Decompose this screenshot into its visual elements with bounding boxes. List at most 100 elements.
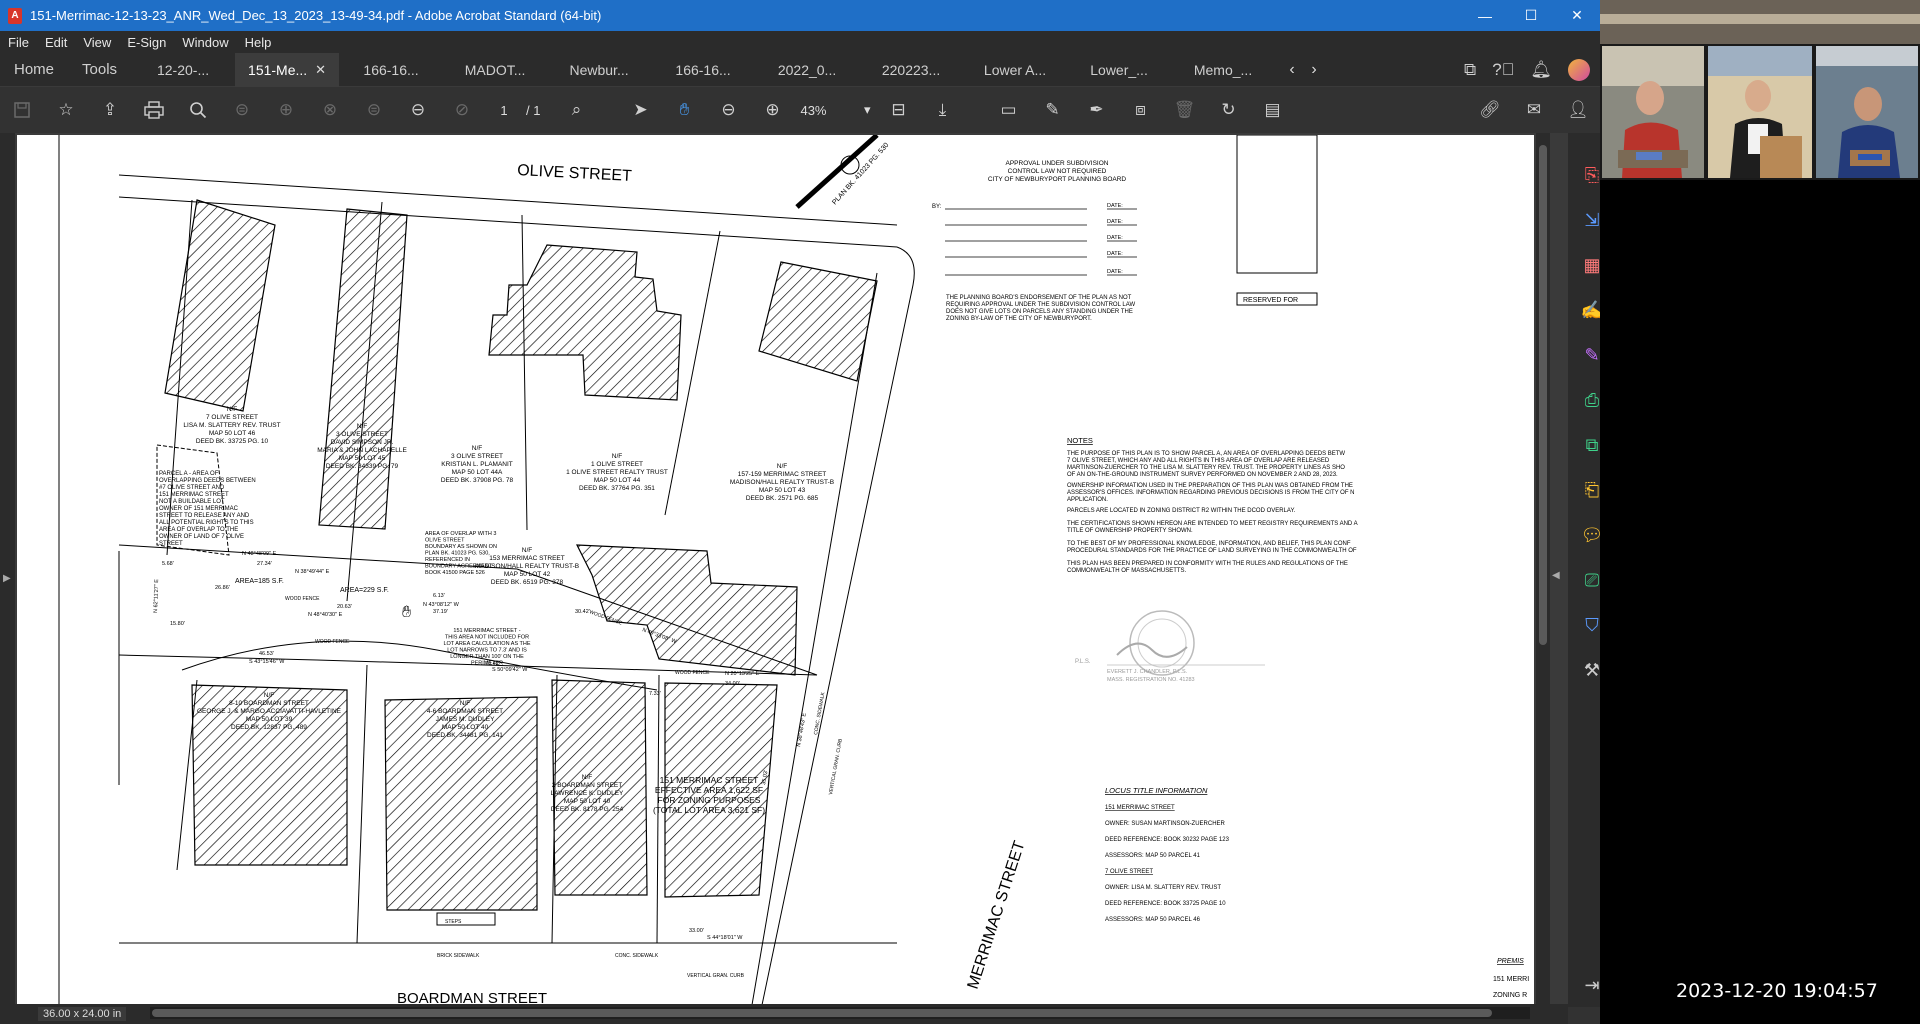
scroll-thumb[interactable] bbox=[1539, 145, 1547, 645]
stamp-icon[interactable]: ⧈ bbox=[1118, 88, 1162, 132]
svg-text:CONC. SIDEWALK: CONC. SIDEWALK bbox=[813, 691, 827, 735]
page-fit-icon[interactable]: ⊟ bbox=[876, 88, 920, 132]
pdf-page[interactable]: OLIVE STREET MERRIMAC STREET BOARDMAN ST… bbox=[17, 135, 1534, 1005]
zoom-in-icon[interactable]: ⊕ bbox=[750, 88, 794, 132]
select-arrow-icon[interactable]: ➤ bbox=[618, 88, 662, 132]
lot-label: N/F 1 OLIVE STREET 1 OLIVE STREET REALTY T… bbox=[566, 453, 668, 492]
menu-file[interactable]: File bbox=[8, 35, 29, 50]
star-icon[interactable]: ☆ bbox=[44, 88, 88, 132]
comment-panel-icon[interactable]: 💬︎ bbox=[1580, 523, 1600, 547]
scan-icon[interactable]: ⎚ bbox=[1580, 568, 1600, 592]
highlight-pen-icon[interactable]: ✎ bbox=[1030, 88, 1074, 132]
last-page-icon[interactable]: ⊜ bbox=[352, 88, 396, 132]
menu-help[interactable]: Help bbox=[245, 35, 272, 50]
more-tools-icon[interactable]: ⚒ bbox=[1580, 658, 1600, 682]
create-pdf-icon[interactable]: ⎘ bbox=[1580, 163, 1600, 187]
edit-pdf-icon[interactable]: ⎙ bbox=[1580, 388, 1600, 412]
svg-text:WOOD FENCE: WOOD FENCE bbox=[675, 670, 710, 676]
registry-box bbox=[1236, 135, 1318, 274]
print-icon[interactable] bbox=[132, 88, 176, 132]
organize-pages-icon[interactable]: ▦ bbox=[1580, 253, 1600, 277]
avatar[interactable] bbox=[1568, 59, 1590, 81]
tab-document[interactable]: Memo_... bbox=[1171, 53, 1275, 87]
tab-document[interactable]: 12-20-... bbox=[131, 53, 235, 87]
tab-label: 2022_0... bbox=[777, 61, 837, 78]
tab-document[interactable]: 2022_0... bbox=[755, 53, 859, 87]
next-page-icon[interactable]: ⊗ bbox=[308, 88, 352, 132]
scroll-thumb[interactable] bbox=[152, 1009, 1492, 1017]
menu-window[interactable]: Window bbox=[182, 35, 228, 50]
delete-icon[interactable]: 🗑︎ bbox=[1162, 88, 1206, 132]
vertical-scrollbar[interactable] bbox=[1536, 133, 1550, 1007]
svg-text:N 48°48'09" E: N 48°48'09" E bbox=[242, 551, 277, 557]
building-7-olive bbox=[164, 199, 276, 412]
menu-edit[interactable]: Edit bbox=[45, 35, 67, 50]
tab-tools[interactable]: Tools bbox=[68, 53, 131, 87]
request-signature-icon[interactable]: ✍ bbox=[1580, 298, 1600, 322]
compare-icon[interactable]: ⧉ bbox=[1580, 433, 1600, 457]
left-panel-toggle[interactable]: ▶ bbox=[0, 133, 15, 1007]
document-properties-icon[interactable]: ▤ bbox=[1250, 88, 1294, 132]
back-view-icon[interactable]: ⊖ bbox=[396, 88, 440, 132]
svg-text:OWNER: LISA M. SLATTERY REV.: OWNER: LISA M. SLATTERY REV. TRUST bbox=[1105, 885, 1221, 891]
tab-label: 12-20-... bbox=[156, 61, 210, 78]
fill-sign-icon[interactable]: ✎ bbox=[1580, 343, 1600, 367]
tab-document[interactable]: 166-16... bbox=[339, 53, 443, 87]
forward-view-icon[interactable]: ⊘ bbox=[440, 88, 484, 132]
email-icon[interactable]: ✉ bbox=[1512, 88, 1556, 132]
tab-document[interactable]: 220223... bbox=[859, 53, 963, 87]
tab-document[interactable]: 166-16... bbox=[651, 53, 755, 87]
tab-document[interactable]: Newbur... bbox=[547, 53, 651, 87]
comment-icon[interactable]: ▭ bbox=[986, 88, 1030, 132]
svg-text:15.80': 15.80' bbox=[170, 621, 185, 627]
collapse-panel-icon[interactable]: ⇥ bbox=[1580, 973, 1600, 997]
subject-lot-label: 151 MERRIMAC STREET EFFECTIVE AREA 1,622 … bbox=[653, 775, 765, 815]
maximize-button[interactable]: ☐ bbox=[1508, 0, 1554, 31]
first-page-icon[interactable]: ⊜ bbox=[220, 88, 264, 132]
bell-icon[interactable]: 🔔︎ bbox=[1530, 60, 1552, 80]
svg-text:OWNER: SUSAN MARTINSON-ZUERCH: OWNER: SUSAN MARTINSON-ZUERCHER bbox=[1105, 821, 1226, 827]
zoom-select[interactable]: 43% ▾ bbox=[800, 102, 870, 118]
menu-view[interactable]: View bbox=[83, 35, 111, 50]
tab-document-active[interactable]: 151-Me... ✕ bbox=[235, 52, 340, 87]
close-window-button[interactable]: ✕ bbox=[1554, 0, 1600, 31]
minimize-button[interactable]: — bbox=[1462, 0, 1508, 31]
user-icon[interactable]: 👤︎ bbox=[1556, 88, 1600, 132]
area-label: AREA=185 S.F. bbox=[235, 578, 284, 585]
previous-page-icon[interactable]: ⊕ bbox=[264, 88, 308, 132]
tabs-left-icon[interactable]: ‹ bbox=[1281, 61, 1303, 79]
tab-home[interactable]: Home bbox=[0, 53, 68, 87]
share-screen-icon[interactable]: ⧉ bbox=[1464, 60, 1476, 80]
save-icon[interactable] bbox=[0, 88, 44, 132]
menu-esign[interactable]: E-Sign bbox=[127, 35, 166, 50]
surveyor-signature-icon bbox=[1116, 642, 1188, 658]
expand-left-icon[interactable]: ▶ bbox=[3, 573, 11, 584]
current-page[interactable]: 1 bbox=[490, 103, 518, 118]
video-feed-image bbox=[1600, 0, 1920, 180]
text-select-icon[interactable]: ⌕ bbox=[554, 88, 598, 132]
zoom-out-icon[interactable]: ⊖ bbox=[706, 88, 750, 132]
horizontal-scrollbar[interactable] bbox=[150, 1007, 1530, 1019]
protect-icon[interactable]: ⛉ bbox=[1580, 613, 1600, 637]
close-tab-icon[interactable]: ✕ bbox=[315, 62, 326, 78]
combine-files-icon[interactable]: ⎗ bbox=[1580, 478, 1600, 502]
locus-heading: LOCUS TITLE INFORMATION bbox=[1105, 786, 1208, 795]
export-pdf-icon[interactable]: ⇲ bbox=[1580, 208, 1600, 232]
page-number-field[interactable]: 1 / 1 bbox=[490, 103, 548, 118]
draw-icon[interactable]: ✒ bbox=[1074, 88, 1118, 132]
help-icon[interactable]: ?⃝ bbox=[1492, 60, 1514, 80]
collapse-right-panel-icon[interactable]: ◀ bbox=[1552, 570, 1560, 581]
link-icon[interactable]: 🔗︎ bbox=[1468, 88, 1512, 132]
rotate-icon[interactable]: ↻ bbox=[1206, 88, 1250, 132]
notes-list: THE PURPOSE OF THIS PLAN IS TO SHOW PARC… bbox=[1067, 451, 1358, 574]
tab-document[interactable]: MADOT... bbox=[443, 53, 547, 87]
hand-tool-icon[interactable]: ✋︎ bbox=[662, 88, 706, 132]
endorsement-note: THE PLANNING BOARD'S ENDORSEMENT OF THE … bbox=[946, 295, 1135, 322]
tab-document[interactable]: Lower A... bbox=[963, 53, 1067, 87]
tab-document[interactable]: Lower_... bbox=[1067, 53, 1171, 87]
search-icon[interactable] bbox=[176, 88, 220, 132]
scroll-mode-icon[interactable]: ⤓ bbox=[920, 88, 964, 132]
upload-cloud-icon[interactable]: ⇪ bbox=[88, 88, 132, 132]
building-3-olive bbox=[318, 208, 408, 530]
tabs-right-icon[interactable]: › bbox=[1303, 61, 1325, 79]
